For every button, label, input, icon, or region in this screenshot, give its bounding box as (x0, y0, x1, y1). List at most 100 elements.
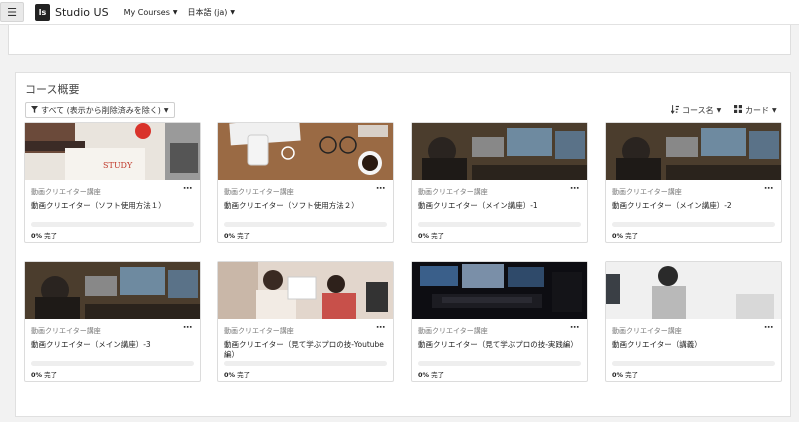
course-card[interactable]: 動画クリエイター講座 ⋯ 動画クリエイター（メイン講座）-3 0% 完了 (24, 261, 201, 382)
progress-percent: 0% (31, 371, 43, 379)
more-options-icon[interactable]: ⋯ (376, 323, 385, 333)
course-title[interactable]: 動画クリエイター（メイン講座）-1 (418, 201, 578, 211)
progress-text: 0% 完了 (418, 369, 444, 379)
progress-suffix: 完了 (237, 232, 251, 240)
progress-suffix: 完了 (625, 371, 639, 379)
progress-suffix: 完了 (431, 371, 445, 379)
progress-text: 0% 完了 (31, 369, 57, 379)
course-category: 動画クリエイター講座 (418, 327, 488, 335)
course-card[interactable]: 動画クリエイター講座 ⋯ 動画クリエイター（講義） 0% 完了 (605, 261, 782, 382)
progress-text: 0% 完了 (418, 230, 444, 240)
view-dropdown[interactable]: カード ▼ (730, 102, 781, 118)
my-courses-label: My Courses (123, 7, 170, 17)
hamburger-menu-button[interactable]: ☰ (0, 2, 24, 22)
course-title[interactable]: 動画クリエイター（メイン講座）-3 (31, 340, 191, 350)
course-card[interactable]: 動画クリエイター講座 ⋯ 動画クリエイター（メイン講座）-2 0% 完了 (605, 122, 782, 243)
more-options-icon[interactable]: ⋯ (183, 184, 192, 194)
course-title[interactable]: 動画クリエイター（見て学ぶプロの技-Youtube編） (224, 340, 384, 360)
course-card[interactable]: 動画クリエイター講座 ⋯ 動画クリエイター（ソフト使用方法２） 0% 完了 (217, 122, 394, 243)
language-label: 日本語 (ja) (187, 7, 228, 17)
progress-percent: 0% (224, 232, 236, 240)
course-image[interactable] (218, 262, 393, 319)
course-category: 動画クリエイター講座 (31, 327, 101, 335)
course-card[interactable]: 動画クリエイター講座 ⋯ 動画クリエイター（見て学ぶプロの技-Youtube編）… (217, 261, 394, 382)
progress-bar (31, 222, 194, 227)
progress-text: 0% 完了 (612, 369, 638, 379)
course-image[interactable] (412, 123, 587, 180)
progress-suffix: 完了 (44, 232, 58, 240)
course-category: 動画クリエイター講座 (31, 188, 101, 196)
filter-label: すべて (表示から削除済みを除く) (41, 105, 161, 115)
progress-bar (31, 361, 194, 366)
more-options-icon[interactable]: ⋯ (764, 184, 773, 194)
course-image[interactable] (218, 123, 393, 180)
caret-down-icon: ▼ (230, 8, 236, 16)
progress-bar (224, 361, 387, 366)
site-logo[interactable]: ls (35, 3, 50, 21)
caret-down-icon: ▼ (163, 106, 169, 114)
course-category: 動画クリエイター講座 (418, 188, 488, 196)
course-title[interactable]: 動画クリエイター（ソフト使用方法１） (31, 201, 191, 211)
course-card[interactable]: STUDY 動画クリエイター講座 ⋯ 動画クリエイター（ソフト使用方法１） 0%… (24, 122, 201, 243)
progress-suffix: 完了 (625, 232, 639, 240)
progress-text: 0% 完了 (224, 230, 250, 240)
more-options-icon[interactable]: ⋯ (183, 323, 192, 333)
sort-label: コース名 (682, 105, 714, 115)
top-navbar: ☰ ls Studio US My Courses ▼ 日本語 (ja) ▼ (0, 0, 799, 25)
course-category: 動画クリエイター講座 (224, 188, 294, 196)
view-label: カード (745, 105, 769, 115)
svg-text:STUDY: STUDY (103, 161, 133, 170)
course-overview-block: コース概要 すべて (表示から削除済みを除く) ▼ コース名 ▼ カード ▼ S… (15, 72, 791, 417)
course-image[interactable] (25, 262, 200, 319)
more-options-icon[interactable]: ⋯ (376, 184, 385, 194)
course-image[interactable] (412, 262, 587, 319)
more-options-icon[interactable]: ⋯ (764, 323, 773, 333)
course-title[interactable]: 動画クリエイター（講義） (612, 340, 772, 350)
progress-bar (224, 222, 387, 227)
course-overview-title: コース概要 (25, 83, 80, 96)
language-dropdown[interactable]: 日本語 (ja) ▼ (187, 7, 235, 18)
course-category: 動画クリエイター講座 (224, 327, 294, 335)
progress-text: 0% 完了 (612, 230, 638, 240)
progress-bar (418, 222, 581, 227)
progress-percent: 0% (418, 371, 430, 379)
caret-down-icon: ▼ (772, 106, 777, 114)
progress-bar (612, 222, 775, 227)
more-options-icon[interactable]: ⋯ (570, 323, 579, 333)
logo-text: ls (38, 7, 47, 17)
progress-suffix: 完了 (44, 371, 58, 379)
course-title[interactable]: 動画クリエイター（ソフト使用方法２） (224, 201, 384, 211)
progress-percent: 0% (31, 232, 43, 240)
site-name[interactable]: Studio US (55, 6, 109, 19)
course-title[interactable]: 動画クリエイター（メイン講座）-2 (612, 201, 772, 211)
sort-alpha-icon (670, 104, 679, 116)
progress-suffix: 完了 (431, 232, 445, 240)
progress-text: 0% 完了 (31, 230, 57, 240)
course-category: 動画クリエイター講座 (612, 188, 682, 196)
progress-percent: 0% (612, 232, 624, 240)
grid-icon (734, 105, 742, 115)
top-content-block (8, 25, 791, 55)
course-card[interactable]: 動画クリエイター講座 ⋯ 動画クリエイター（メイン講座）-1 0% 完了 (411, 122, 588, 243)
progress-percent: 0% (224, 371, 236, 379)
course-category: 動画クリエイター講座 (612, 327, 682, 335)
progress-text: 0% 完了 (224, 369, 250, 379)
course-filter-dropdown[interactable]: すべて (表示から削除済みを除く) ▼ (25, 102, 175, 118)
progress-percent: 0% (418, 232, 430, 240)
progress-suffix: 完了 (237, 371, 251, 379)
progress-percent: 0% (612, 371, 624, 379)
progress-bar (612, 361, 775, 366)
caret-down-icon: ▼ (172, 8, 178, 16)
course-card[interactable]: 動画クリエイター講座 ⋯ 動画クリエイター（見て学ぶプロの技-実践編） 0% 完… (411, 261, 588, 382)
filter-icon (31, 105, 38, 115)
course-image[interactable]: STUDY (25, 123, 200, 180)
progress-bar (418, 361, 581, 366)
sort-dropdown[interactable]: コース名 ▼ (667, 102, 725, 118)
course-title[interactable]: 動画クリエイター（見て学ぶプロの技-実践編） (418, 340, 578, 350)
caret-down-icon: ▼ (716, 106, 722, 114)
my-courses-dropdown[interactable]: My Courses ▼ (124, 8, 178, 17)
course-image[interactable] (606, 123, 781, 180)
more-options-icon[interactable]: ⋯ (570, 184, 579, 194)
course-image[interactable] (606, 262, 781, 319)
hamburger-icon: ☰ (7, 5, 17, 19)
